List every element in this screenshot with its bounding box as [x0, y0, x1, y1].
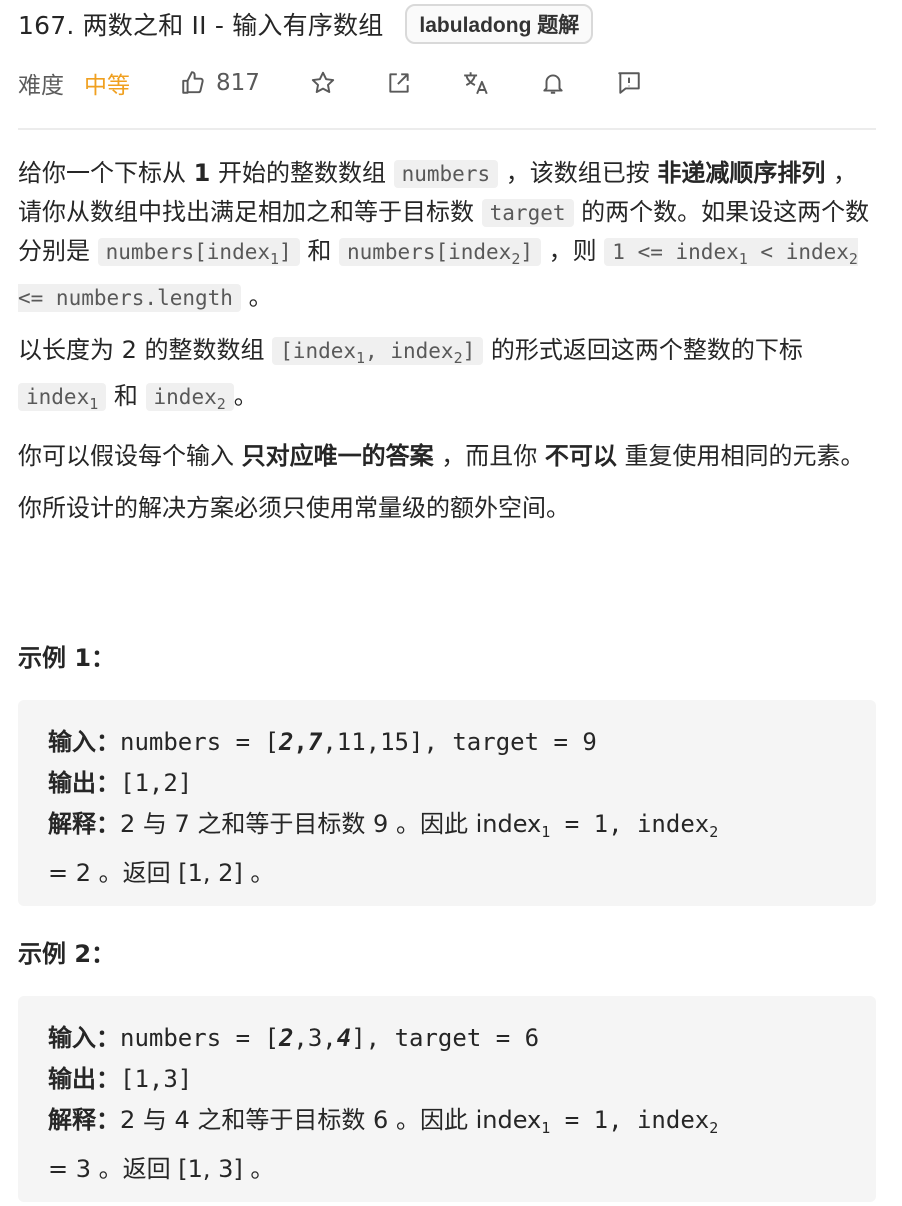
example-1-input: 输入：numbers = [2,7,11,15], target = 9	[48, 728, 597, 756]
problem-title: 167. 两数之和 II - 输入有序数组	[18, 11, 384, 40]
example-1-explanation: 解释：2 与 7 之和等于目标数 9 。因此 index1 = 1, index…	[48, 810, 719, 841]
paragraph-2: 以长度为 2 的整数数组 [index1, index2] 的形式返回这两个整数…	[18, 336, 803, 413]
share-button[interactable]	[386, 70, 412, 96]
notification-button[interactable]	[540, 70, 566, 96]
inline-code: [index1, index2]	[272, 337, 484, 367]
example-1-box: 输入：numbers = [2,7,11,15], target = 9 输出：…	[18, 700, 876, 906]
translate-icon	[464, 72, 488, 95]
feedback-icon	[618, 72, 640, 94]
problem-page: 167. 两数之和 II - 输入有序数组 labuladong 题解 难度 中…	[0, 0, 902, 1206]
example-1-output: 输出：[1,2]	[48, 769, 193, 797]
share-icon	[389, 73, 409, 93]
difficulty-label: 难度	[18, 73, 64, 99]
translate-button[interactable]	[462, 70, 490, 96]
example-2-output: 输出：[1,3]	[48, 1065, 193, 1093]
title-row: 167. 两数之和 II - 输入有序数组 labuladong 题解	[18, 4, 594, 44]
paragraph-1: 给你一个下标从 1 开始的整数数组 numbers ，该数组已按 非递减顺序排列…	[18, 159, 870, 312]
favorite-button[interactable]	[310, 70, 336, 96]
inline-code: index2	[145, 383, 234, 413]
example-2-explanation: 解释：2 与 4 之和等于目标数 6 。因此 index1 = 1, index…	[48, 1106, 719, 1137]
paragraph-3: 你可以假设每个输入 只对应唯一的答案 ，而且你 不可以 重复使用相同的元素。	[18, 442, 865, 470]
star-icon	[311, 71, 335, 93]
like-button[interactable]: 817	[180, 70, 260, 96]
like-count: 817	[216, 70, 260, 96]
example-2-explanation-cont: = 3 。返回 [1, 3] 。	[48, 1155, 275, 1183]
solution-badge-button[interactable]: labuladong 题解	[405, 4, 594, 44]
example-2-input: 输入：numbers = [2,3,4], target = 6	[48, 1024, 540, 1052]
bell-icon	[543, 74, 563, 94]
inline-code: numbers[index2]	[338, 238, 542, 268]
inline-code: index1	[18, 383, 107, 413]
meta-row: 难度 中等 817	[18, 64, 642, 102]
inline-code: numbers[index1]	[97, 238, 300, 268]
example-1-explanation-cont: = 2 。返回 [1, 2] 。	[48, 859, 275, 887]
example-1-title: 示例 1：	[18, 644, 116, 672]
example-2-box: 输入：numbers = [2,3,4], target = 6 输出：[1,3…	[18, 996, 876, 1202]
feedback-button[interactable]	[616, 70, 642, 96]
inline-code: numbers	[393, 160, 499, 188]
inline-code: target	[481, 199, 574, 227]
example-2-title: 示例 2：	[18, 940, 116, 968]
difficulty-value: 中等	[84, 73, 130, 99]
paragraph-4: 你所设计的解决方案必须只使用常量级的额外空间。	[18, 494, 570, 522]
thumbs-up-icon	[182, 71, 204, 94]
problem-description: 给你一个下标从 1 开始的整数数组 numbers ，该数组已按 非递减顺序排列…	[18, 154, 878, 541]
header-divider	[18, 128, 876, 130]
